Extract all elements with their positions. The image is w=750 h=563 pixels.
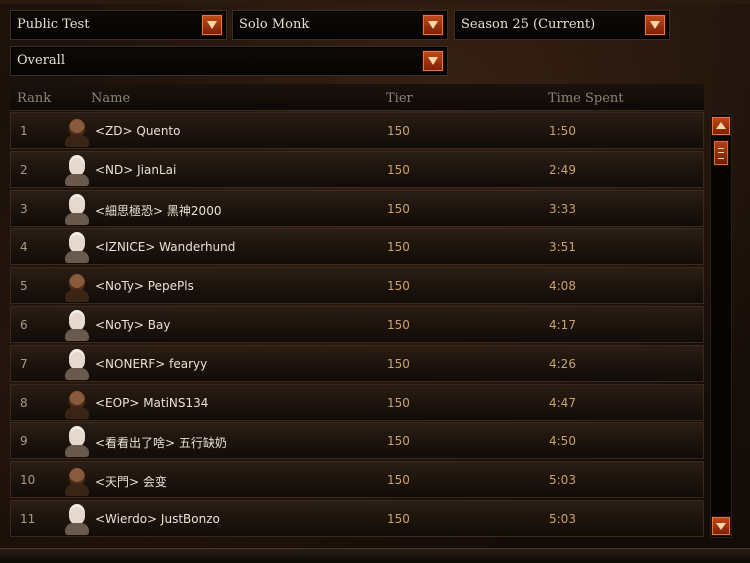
time-cell: 5:03 [549,473,576,488]
board-dropdown[interactable]: Overall [10,46,448,76]
player-name: <Wierdo> JustBonzo [95,511,220,526]
table-row[interactable]: 3 <細思極恐> 黑神2000 150 3:33 [10,189,704,227]
tier-cell: 150 [387,162,410,177]
player-name: <看看出了啥> 五行缺奶 [95,436,227,451]
time-cell: 5:03 [549,511,576,526]
portrait-icon [65,348,89,380]
chevron-down-icon[interactable] [201,14,223,36]
scrollbar-track[interactable] [710,114,732,538]
table-row[interactable]: 9 <看看出了啥> 五行缺奶 150 4:50 [10,422,704,460]
rank-cell: 11 [20,511,36,526]
time-cell: 3:51 [549,240,576,255]
column-header-time[interactable]: Time Spent [548,91,624,106]
season-dropdown[interactable]: Season 25 (Current) [454,10,670,40]
region-dropdown[interactable]: Public Test [10,10,227,40]
rank-cell: 6 [20,317,28,332]
player-name: <NONERF> fearyy [95,356,208,371]
tier-cell: 150 [387,240,410,255]
tier-cell: 150 [387,473,410,488]
table-row[interactable]: 2 <ND> JianLai 150 2:49 [10,150,704,188]
scroll-down-icon[interactable] [711,516,731,536]
table-row[interactable]: 10 <天門> 会变 150 5:03 [10,461,704,499]
time-cell: 4:50 [549,434,576,449]
rank-cell: 2 [20,162,28,177]
time-cell: 4:26 [549,356,576,371]
player-name: <NoTy> PepePls [95,279,194,294]
player-name: <ZD> Quento [95,124,181,138]
portrait-icon [65,270,89,303]
portrait-icon [65,115,89,147]
portrait-icon [65,193,89,225]
player-name: <天門> 会变 [95,475,167,490]
chevron-down-icon[interactable] [644,14,666,36]
rank-cell: 5 [20,279,28,294]
tier-cell: 150 [387,124,410,138]
table-row[interactable]: 5 <NoTy> PepePls 150 4:08 [10,267,704,305]
time-cell: 2:49 [549,162,576,177]
season-dropdown-value: Season 25 (Current) [461,17,596,32]
time-cell: 1:50 [549,124,576,138]
region-dropdown-value: Public Test [17,17,90,32]
table-row[interactable]: 4 <IZNICE> Wanderhund 150 3:51 [10,228,704,266]
column-header-rank[interactable]: Rank [17,91,51,106]
rank-cell: 9 [20,434,28,449]
category-dropdown[interactable]: Solo Monk [232,10,448,40]
player-name: <細思極恐> 黑神2000 [95,203,222,218]
board-dropdown-value: Overall [17,53,65,68]
portrait-icon [65,231,89,264]
tier-cell: 150 [387,201,410,216]
player-name: <IZNICE> Wanderhund [95,240,236,255]
scrollbar-thumb[interactable] [713,140,729,166]
player-name: <EOP> MatiNS134 [95,395,209,410]
tier-cell: 150 [387,395,410,410]
rank-cell: 1 [20,124,28,138]
scroll-up-icon[interactable] [711,116,731,136]
table-header: Rank Name Tier Time Spent [10,84,704,111]
column-header-tier[interactable]: Tier [386,91,413,106]
category-dropdown-value: Solo Monk [239,17,310,32]
portrait-icon [65,425,89,458]
portrait-icon [65,309,89,341]
rank-cell: 10 [20,473,36,488]
tier-cell: 150 [387,356,410,371]
player-name: <ND> JianLai [95,162,177,177]
tier-cell: 150 [387,511,410,526]
time-cell: 4:17 [549,317,576,332]
table-row[interactable]: 1 <ZD> Quento 150 1:50 [10,112,704,149]
portrait-icon [65,464,89,497]
bottom-frame [0,548,750,563]
rank-cell: 3 [20,201,28,216]
table-row[interactable]: 6 <NoTy> Bay 150 4:17 [10,305,704,343]
table-row[interactable]: 8 <EOP> MatiNS134 150 4:47 [10,383,704,421]
portrait-icon [65,154,89,186]
leaderboard-list: 1 <ZD> Quento 150 1:50 2 <ND> JianLai 15… [10,112,704,539]
time-cell: 4:08 [549,279,576,294]
portrait-icon [65,387,89,419]
column-header-name[interactable]: Name [91,91,130,106]
portrait-icon [65,503,89,535]
rank-cell: 4 [20,240,28,255]
rank-cell: 7 [20,356,28,371]
rank-cell: 8 [20,395,28,410]
tier-cell: 150 [387,279,410,294]
time-cell: 4:47 [549,395,576,410]
table-row[interactable]: 7 <NONERF> fearyy 150 4:26 [10,344,704,382]
chevron-down-icon[interactable] [422,14,444,36]
chevron-down-icon[interactable] [422,50,444,72]
table-row[interactable]: 11 <Wierdo> JustBonzo 150 5:03 [10,499,704,537]
time-cell: 3:33 [549,201,576,216]
player-name: <NoTy> Bay [95,317,171,332]
top-frame [0,0,750,4]
tier-cell: 150 [387,434,410,449]
tier-cell: 150 [387,317,410,332]
